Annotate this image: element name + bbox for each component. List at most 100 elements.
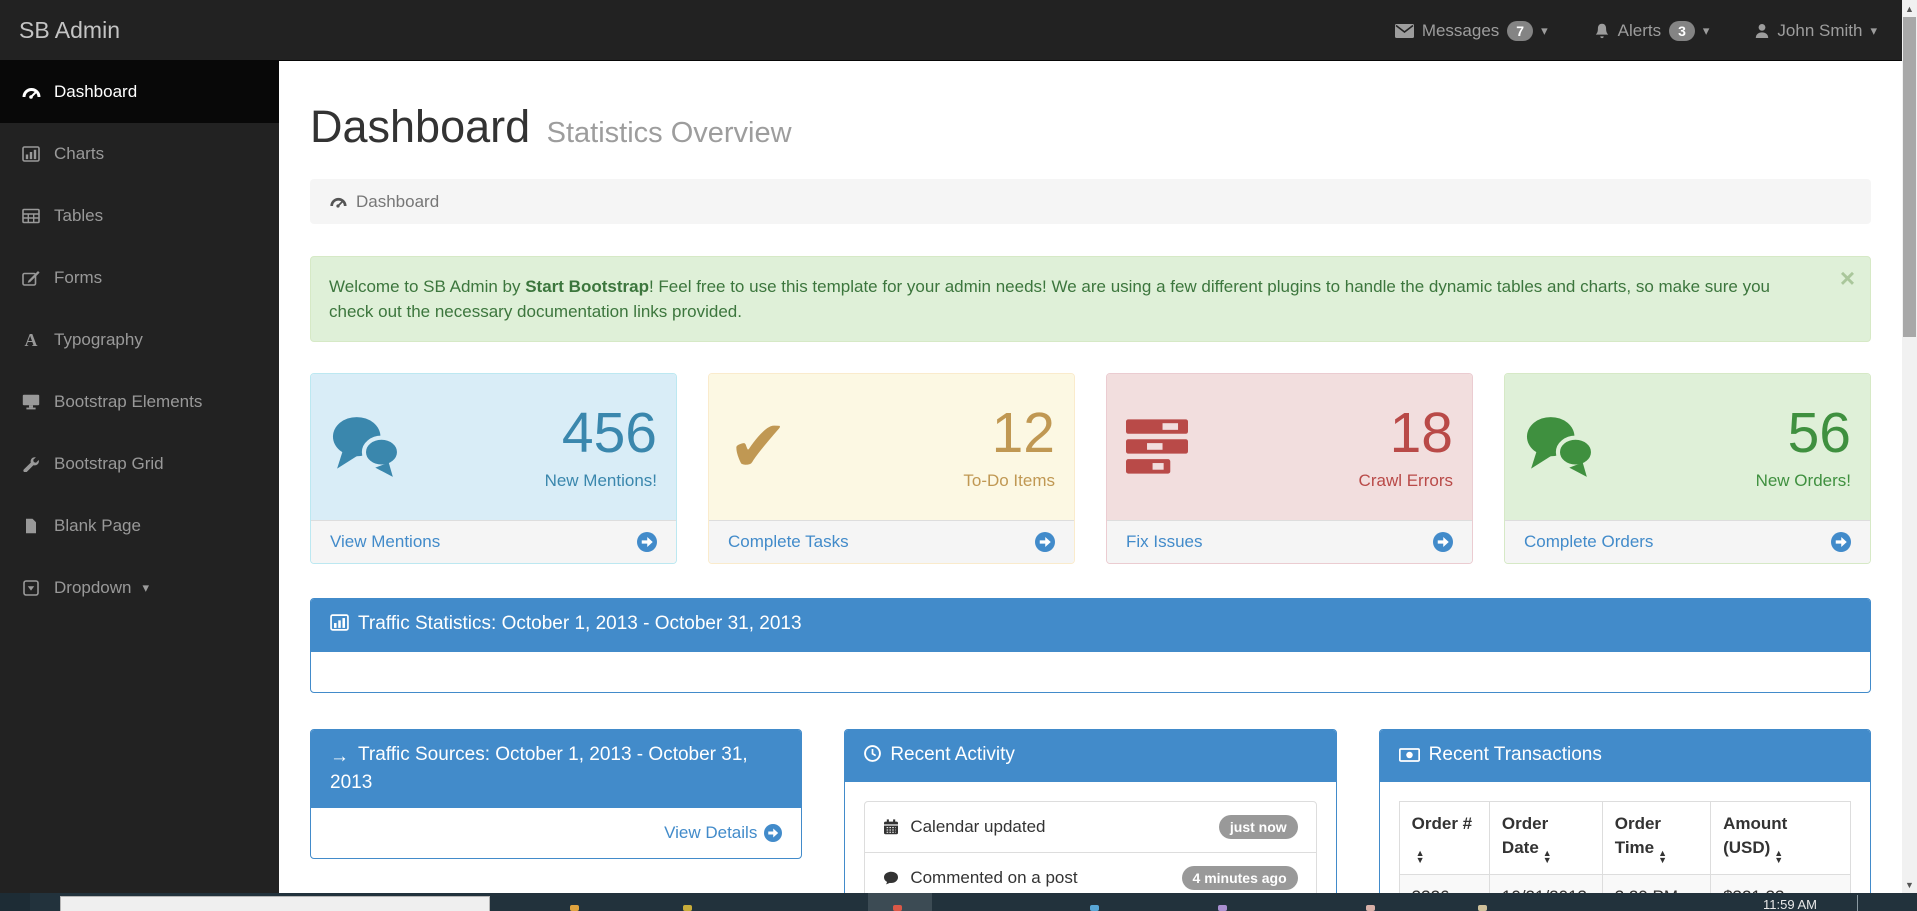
stat-value: 456 (545, 404, 657, 464)
messages-dropdown[interactable]: Messages 7 ▾ (1395, 21, 1548, 41)
stat-panel-new-orders: 56 New Orders! Complete Orders (1504, 373, 1871, 564)
money-icon (1399, 744, 1420, 770)
user-dropdown[interactable]: John Smith ▾ (1755, 21, 1877, 41)
page-title: Dashboard (310, 101, 530, 152)
os-taskbar: 11:59 AM (0, 893, 1917, 911)
sort-icon: ▲▼ (1774, 850, 1783, 864)
activity-list: Calendar updated just now Commented on a… (864, 801, 1316, 893)
sidebar-item-typography[interactable]: A Typography (0, 309, 279, 371)
taskbar-app-icon[interactable] (893, 905, 902, 911)
column-header-order-time[interactable]: Order Time▲▼ (1602, 801, 1710, 874)
view-mentions-link[interactable]: View Mentions (311, 520, 676, 563)
sidebar-item-label: Blank Page (54, 516, 141, 536)
taskbar-app-icon[interactable] (1366, 905, 1375, 911)
alerts-count-badge: 3 (1669, 21, 1695, 41)
caret-square-down-icon (19, 580, 43, 596)
stat-action-label: View Mentions (330, 532, 440, 552)
sidebar-item-label: Dropdown (54, 578, 132, 598)
arrow-circle-right-icon (764, 824, 782, 842)
scroll-down-arrow-icon[interactable]: ▼ (1902, 876, 1917, 893)
column-header-order-date[interactable]: Order Date▲▼ (1489, 801, 1602, 874)
taskbar-divider (1857, 895, 1858, 911)
page-subtitle: Statistics Overview (547, 117, 792, 149)
sidebar-item-charts[interactable]: Charts (0, 123, 279, 185)
sidebar-item-label: Dashboard (54, 82, 137, 102)
stat-panel-new-mentions: 456 New Mentions! View Mentions (310, 373, 677, 564)
traffic-statistics-header: Traffic Statistics: October 1, 2013 - Oc… (311, 599, 1870, 651)
alerts-dropdown[interactable]: Alerts 3 ▾ (1594, 21, 1710, 41)
comments-icon (1524, 415, 1596, 479)
gauge-icon (19, 84, 43, 100)
stat-label: New Orders! (1756, 471, 1851, 491)
complete-tasks-link[interactable]: Complete Tasks (709, 520, 1074, 563)
caret-down-icon: ▾ (1541, 23, 1548, 39)
taskbar-app-icon[interactable] (1218, 905, 1227, 911)
list-item: Calendar updated just now (865, 802, 1315, 853)
traffic-sources-title: Traffic Sources: October 1, 2013 - Octob… (330, 744, 748, 793)
vertical-scrollbar[interactable]: ▲ ▼ (1902, 0, 1917, 893)
view-details-link[interactable]: View Details (664, 823, 782, 843)
long-arrow-right-icon: → (330, 744, 349, 770)
stat-action-label: Complete Orders (1524, 532, 1653, 552)
taskbar-search-input[interactable] (60, 896, 490, 911)
arrow-circle-right-icon (1433, 532, 1453, 552)
stat-panel-todo-items: ✔ 12 To-Do Items Complete Tasks (708, 373, 1075, 564)
font-icon: A (19, 330, 43, 351)
fix-issues-link[interactable]: Fix Issues (1107, 520, 1472, 563)
sidebar-item-dashboard[interactable]: Dashboard (0, 61, 279, 123)
bar-chart-icon (19, 146, 43, 162)
close-icon[interactable]: × (1840, 265, 1855, 291)
stat-value: 18 (1359, 404, 1453, 464)
sidebar-item-tables[interactable]: Tables (0, 185, 279, 247)
sidebar-item-blank-page[interactable]: Blank Page (0, 495, 279, 557)
page-header: Dashboard Statistics Overview (310, 101, 1871, 153)
gauge-icon (329, 194, 347, 209)
recent-transactions-panel: Recent Transactions Order #▲▼ Order Date… (1379, 729, 1871, 893)
taskbar-app-icon[interactable] (683, 905, 692, 911)
breadcrumb: Dashboard (310, 179, 1871, 224)
start-button[interactable] (0, 893, 30, 911)
stat-value: 12 (963, 404, 1055, 464)
scrollbar-thumb[interactable] (1903, 17, 1916, 337)
arrow-circle-right-icon (1831, 532, 1851, 552)
comment-icon (883, 871, 899, 885)
list-item: Commented on a post 4 minutes ago (865, 853, 1315, 893)
edit-icon (19, 270, 43, 286)
comments-icon (330, 415, 402, 479)
sidebar-item-label: Forms (54, 268, 102, 288)
recent-activity-header: Recent Activity (845, 730, 1335, 782)
taskbar-clock: 11:59 AM (1763, 897, 1817, 911)
sidebar-item-forms[interactable]: Forms (0, 247, 279, 309)
traffic-sources-panel: →Traffic Sources: October 1, 2013 - Octo… (310, 729, 802, 859)
brand[interactable]: SB Admin (0, 0, 139, 61)
view-details-label: View Details (664, 823, 757, 843)
column-header-order-number[interactable]: Order #▲▼ (1399, 801, 1489, 874)
alert-text: Welcome to SB Admin by (329, 277, 525, 296)
stat-label: To-Do Items (963, 471, 1055, 491)
traffic-statistics-title: Traffic Statistics: October 1, 2013 - Oc… (358, 613, 802, 634)
taskbar-app-icon[interactable] (1090, 905, 1099, 911)
messages-count-badge: 7 (1507, 21, 1533, 41)
complete-orders-link[interactable]: Complete Orders (1505, 520, 1870, 563)
column-header-amount[interactable]: Amount (USD)▲▼ (1711, 801, 1851, 874)
taskbar-app-icon[interactable] (1478, 905, 1487, 911)
recent-transactions-header: Recent Transactions (1380, 730, 1870, 782)
sidebar-item-bootstrap-grid[interactable]: Bootstrap Grid (0, 433, 279, 495)
user-icon (1755, 23, 1769, 39)
sort-icon: ▲▼ (1658, 850, 1667, 864)
user-name: John Smith (1777, 21, 1862, 41)
main-content: Dashboard Statistics Overview Dashboard … (279, 61, 1902, 893)
tasks-icon (1126, 419, 1188, 475)
sort-icon: ▲▼ (1416, 850, 1425, 864)
breadcrumb-item-dashboard: Dashboard (356, 192, 439, 212)
scroll-up-arrow-icon[interactable]: ▲ (1902, 0, 1917, 17)
envelope-icon (1395, 24, 1414, 38)
sidebar-item-dropdown[interactable]: Dropdown ▾ (0, 557, 279, 619)
calendar-icon (883, 819, 899, 835)
taskbar-app-icon[interactable] (570, 905, 579, 911)
table-icon (19, 208, 43, 224)
sidebar-item-bootstrap-elements[interactable]: Bootstrap Elements (0, 371, 279, 433)
file-icon (19, 518, 43, 534)
caret-down-icon: ▾ (1703, 23, 1710, 39)
desktop-icon (19, 394, 43, 410)
